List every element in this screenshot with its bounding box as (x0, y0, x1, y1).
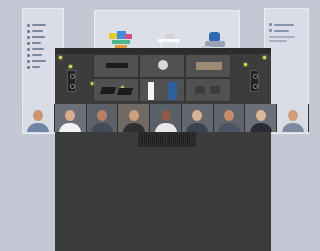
participant-tile[interactable] (213, 104, 246, 132)
left-speaker-icon[interactable] (67, 70, 76, 92)
dot-icon (27, 29, 30, 33)
status-indicator (69, 65, 72, 68)
main-display-area (55, 144, 271, 251)
participant-tile[interactable] (245, 104, 278, 132)
status-indicator (263, 56, 266, 59)
dot-icon (269, 23, 272, 26)
call-control-bar (138, 132, 196, 147)
lounge-chairs-icon[interactable] (185, 78, 231, 102)
dot-icon (27, 47, 30, 51)
room-equipment-grid (93, 54, 231, 102)
participant-tile[interactable] (181, 104, 214, 132)
floor-speaker-icon[interactable] (139, 78, 185, 102)
participant-tile[interactable] (150, 104, 182, 132)
dot-icon (27, 23, 30, 27)
sidebar-item[interactable] (27, 59, 46, 63)
conference-table-icon[interactable] (185, 54, 231, 78)
dot-icon (27, 59, 30, 63)
control-button[interactable] (142, 135, 164, 144)
ceiling-speaker-icon[interactable] (139, 54, 185, 78)
participant-tile[interactable] (118, 104, 151, 132)
participant-tile[interactable] (54, 104, 87, 132)
room-control-window (55, 48, 271, 251)
status-indicator (59, 56, 62, 59)
control-button[interactable] (169, 135, 191, 144)
dot-icon (27, 41, 30, 45)
sidebar-item[interactable] (27, 29, 43, 33)
participant-video-strip (23, 104, 310, 132)
sidebar-item[interactable] (27, 41, 41, 45)
participant-tile[interactable] (86, 104, 119, 132)
sidebar-item[interactable] (27, 53, 42, 57)
participant-tile[interactable] (23, 104, 55, 132)
dot-icon (27, 35, 30, 39)
sidebar-item[interactable] (27, 65, 40, 69)
dot-icon (27, 65, 30, 69)
sidebar-item[interactable] (27, 23, 46, 27)
right-speaker-icon[interactable] (250, 70, 259, 92)
sidebar-item[interactable] (27, 47, 44, 51)
speaker-bar-icon[interactable] (93, 54, 139, 78)
dot-icon (27, 53, 30, 57)
tablet-device-icon[interactable] (93, 78, 139, 102)
sidebar-item[interactable] (27, 35, 45, 39)
dot-icon (269, 29, 272, 32)
participant-tile[interactable] (277, 104, 310, 132)
status-indicator (244, 63, 247, 66)
